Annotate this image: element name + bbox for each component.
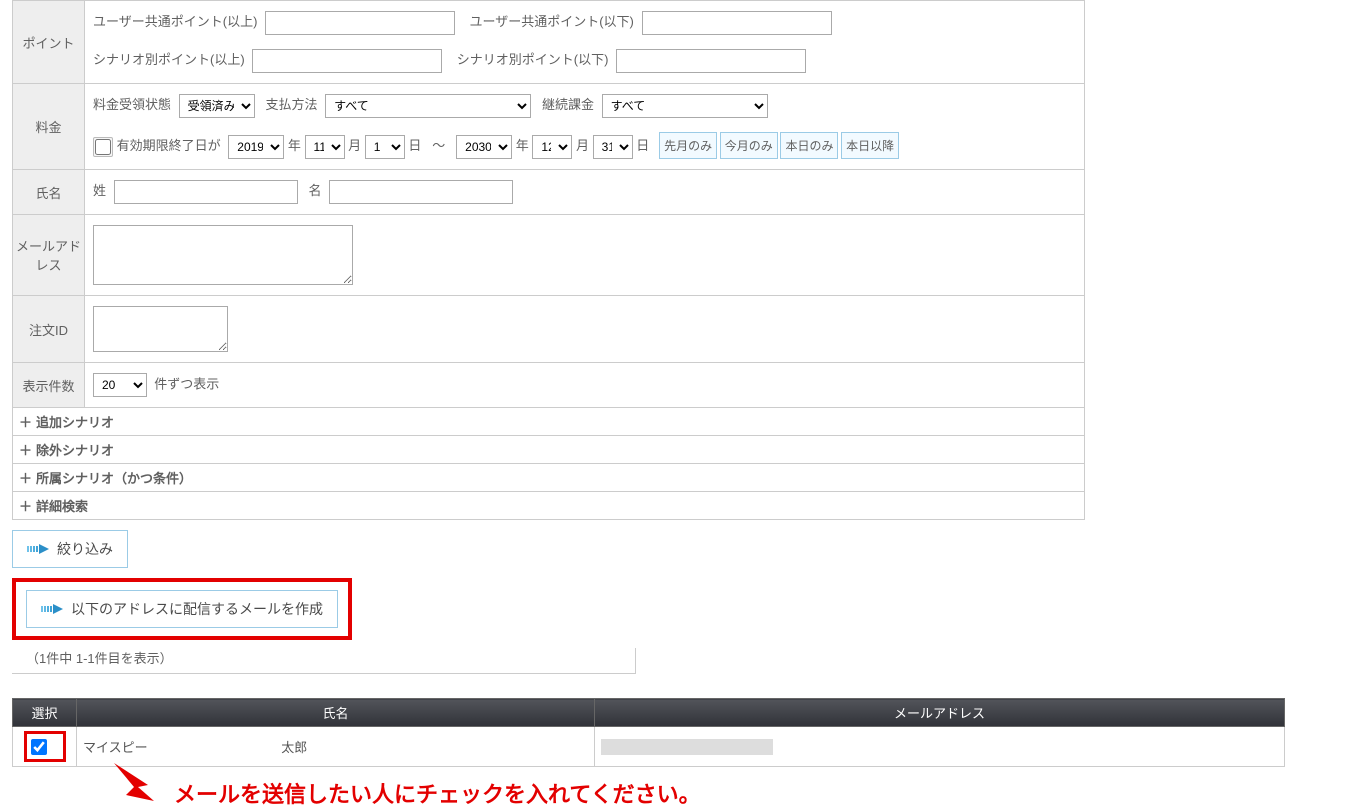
user-points-min-input[interactable] bbox=[265, 11, 455, 35]
table-row: マイスピー 太郎 bbox=[13, 727, 1285, 767]
this-month-only-button[interactable]: 今月のみ bbox=[720, 132, 778, 159]
filter-form-table: ポイント ユーザー共通ポイント(以上) ユーザー共通ポイント(以下) シナリオ別… bbox=[12, 0, 1085, 520]
day-to-select[interactable]: 31 bbox=[593, 135, 633, 159]
user-points-max-input[interactable] bbox=[642, 11, 832, 35]
unit-day-2: 日 bbox=[636, 138, 649, 153]
row-cell-fee: 料金受領状態 受領済み 支払方法 すべて 継続課金 すべて bbox=[85, 84, 1085, 170]
row-cell-display: 20 件ずつ表示 bbox=[85, 363, 1085, 408]
expiry-label: 有効期限終了日が bbox=[117, 138, 221, 153]
after-today-button[interactable]: 本日以降 bbox=[841, 132, 899, 159]
scenario-points-min-input[interactable] bbox=[252, 49, 442, 73]
collapse-belong-scenario[interactable]: ＋ 所属シナリオ（かつ条件） bbox=[13, 464, 1085, 492]
plus-icon: ＋ bbox=[19, 443, 32, 458]
plus-icon: ＋ bbox=[19, 499, 32, 514]
row-label-display: 表示件数 bbox=[13, 363, 85, 408]
create-mail-highlight-box: 以下のアドレスに配信するメールを作成 bbox=[12, 578, 352, 640]
row-firstname: 太郎 bbox=[281, 740, 307, 755]
create-mail-button-label: 以下のアドレスに配信するメールを作成 bbox=[71, 599, 323, 619]
narrow-down-button-label: 絞り込み bbox=[57, 539, 113, 559]
user-points-max-label: ユーザー共通ポイント(以下) bbox=[469, 14, 633, 29]
collapse-advanced-search-label: 詳細検索 bbox=[36, 499, 88, 514]
subscription-select[interactable]: すべて bbox=[602, 94, 768, 118]
scenario-points-max-label: シナリオ別ポイント(以下) bbox=[457, 52, 609, 67]
arrow-right-icon bbox=[27, 542, 51, 556]
row-cell-name: 姓 名 bbox=[85, 170, 1085, 215]
pay-method-select[interactable]: すべて bbox=[325, 94, 531, 118]
month-to-select[interactable]: 12 bbox=[532, 135, 572, 159]
subscription-label: 継続課金 bbox=[542, 97, 594, 112]
receipt-status-label: 料金受領状態 bbox=[93, 97, 171, 112]
range-sep: ～ bbox=[432, 138, 445, 153]
firstname-input[interactable] bbox=[329, 180, 513, 204]
row-cell-email bbox=[85, 215, 1085, 296]
row-cell-points: ユーザー共通ポイント(以上) ユーザー共通ポイント(以下) シナリオ別ポイント(… bbox=[85, 1, 1085, 84]
month-from-select[interactable]: 11 bbox=[305, 135, 345, 159]
callout-text: メールを送信したい人にチェックを入れてください。 bbox=[174, 777, 1292, 809]
row-label-name: 氏名 bbox=[13, 170, 85, 215]
plus-icon: ＋ bbox=[19, 415, 32, 430]
row-label-email: メールアドレス bbox=[13, 215, 85, 296]
scenario-points-min-label: シナリオ別ポイント(以上) bbox=[93, 52, 245, 67]
year-to-select[interactable]: 2030 bbox=[456, 135, 512, 159]
unit-month-1: 月 bbox=[348, 138, 361, 153]
row-label-order: 注文ID bbox=[13, 296, 85, 363]
order-id-textarea[interactable] bbox=[93, 306, 228, 352]
result-header-name: 氏名 bbox=[77, 699, 595, 727]
collapse-advanced-search[interactable]: ＋ 詳細検索 bbox=[13, 492, 1085, 520]
day-from-select[interactable]: 1 bbox=[365, 135, 405, 159]
collapse-exclude-scenario[interactable]: ＋ 除外シナリオ bbox=[13, 436, 1085, 464]
callout-arrow-icon bbox=[108, 757, 172, 808]
collapse-add-scenario[interactable]: ＋ 追加シナリオ bbox=[13, 408, 1085, 436]
collapse-add-scenario-label: 追加シナリオ bbox=[36, 415, 114, 430]
last-month-only-button[interactable]: 先月のみ bbox=[659, 132, 717, 159]
unit-day-1: 日 bbox=[408, 138, 421, 153]
row-lastname: マイスピー bbox=[83, 737, 148, 756]
row-checkbox-highlight-box bbox=[24, 731, 66, 762]
unit-year-1: 年 bbox=[288, 138, 301, 153]
firstname-label: 名 bbox=[308, 183, 321, 198]
narrow-down-button[interactable]: 絞り込み bbox=[12, 530, 128, 568]
collapse-belong-scenario-label: 所属シナリオ（かつ条件） bbox=[36, 471, 192, 486]
create-mail-button[interactable]: 以下のアドレスに配信するメールを作成 bbox=[26, 590, 338, 628]
result-count-text: （1件中 1-1件目を表示） bbox=[12, 648, 636, 674]
row-cell-order bbox=[85, 296, 1085, 363]
row-label-points: ポイント bbox=[13, 1, 85, 84]
arrow-right-icon bbox=[41, 602, 65, 616]
year-from-select[interactable]: 2019 bbox=[228, 135, 284, 159]
receipt-status-select[interactable]: 受領済み bbox=[179, 94, 255, 118]
display-count-select[interactable]: 20 bbox=[93, 373, 147, 397]
expiry-checkbox[interactable] bbox=[95, 139, 111, 155]
user-points-min-label: ユーザー共通ポイント(以上) bbox=[93, 14, 257, 29]
result-table: 選択 氏名 メールアドレス マイスピー 太郎 bbox=[12, 698, 1285, 767]
result-header-select: 選択 bbox=[13, 699, 77, 727]
display-count-suffix: 件ずつ表示 bbox=[154, 376, 219, 391]
collapse-exclude-scenario-label: 除外シナリオ bbox=[36, 443, 114, 458]
expiry-checkbox-frame bbox=[93, 137, 113, 157]
row-label-fee: 料金 bbox=[13, 84, 85, 170]
email-cell bbox=[595, 727, 1285, 767]
pay-method-label: 支払方法 bbox=[265, 97, 317, 112]
unit-year-2: 年 bbox=[516, 138, 529, 153]
today-only-button[interactable]: 本日のみ bbox=[780, 132, 838, 159]
email-textarea[interactable] bbox=[93, 225, 353, 285]
result-header-email: メールアドレス bbox=[595, 699, 1285, 727]
plus-icon: ＋ bbox=[19, 471, 32, 486]
scenario-points-max-input[interactable] bbox=[616, 49, 806, 73]
row-select-checkbox[interactable] bbox=[31, 739, 47, 755]
lastname-input[interactable] bbox=[114, 180, 298, 204]
redacted-email-bar bbox=[601, 739, 773, 755]
lastname-label: 姓 bbox=[93, 183, 106, 198]
callout: メールを送信したい人にチェックを入れてください。 bbox=[112, 777, 1292, 809]
unit-month-2: 月 bbox=[576, 138, 589, 153]
